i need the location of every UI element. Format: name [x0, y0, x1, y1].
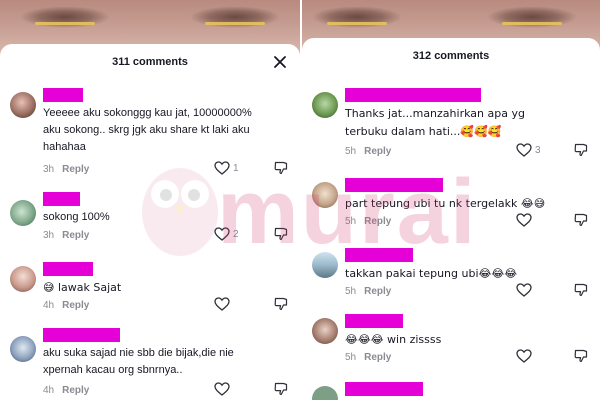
left-screenshot: 311 comments Yeeeee aku sokonggg kau jat…: [0, 0, 300, 400]
comment-count: 311 comments: [112, 56, 188, 68]
username-redacted[interactable]: [43, 88, 83, 102]
comment-meta: 3h Reply: [43, 230, 89, 241]
reply-button[interactable]: Reply: [364, 352, 391, 363]
comment-text: Yeeeee aku sokonggg kau jat, 10000000% a…: [43, 107, 252, 153]
comment-item: 😅 lawak Sajat 4h Reply: [0, 262, 300, 318]
comment-meta: 5h Reply: [345, 286, 391, 297]
comment-text-content: takkan pakai tepung ubi😂😂😂: [345, 267, 518, 280]
gold-liner-left: [35, 22, 95, 25]
thumbs-down-icon[interactable]: [574, 283, 588, 297]
comment-item: 😂😂😂 win zissss 5h Reply: [302, 314, 600, 370]
avatar[interactable]: [10, 336, 36, 362]
comment-text: takkan pakai tepung ubi😂😂😂: [345, 265, 562, 283]
comment-time: 3h: [43, 164, 55, 175]
comment-meta: 5h Reply: [345, 146, 391, 157]
comment-time: 5h: [345, 352, 357, 363]
comment-meta: 5h Reply: [345, 352, 391, 363]
heart-icon[interactable]: [214, 227, 230, 241]
username-redacted[interactable]: [43, 328, 120, 342]
avatar[interactable]: [10, 92, 36, 118]
heart-icon[interactable]: [516, 283, 532, 297]
comment-item: takkan pakai tepung ubi😂😂😂 5h Reply: [302, 248, 600, 304]
heart-icon[interactable]: [516, 349, 532, 363]
comment-text: sokong 100%: [43, 211, 110, 223]
reply-button[interactable]: Reply: [62, 385, 89, 396]
thumbs-down-icon[interactable]: [574, 143, 588, 157]
avatar[interactable]: [312, 318, 338, 344]
username-redacted[interactable]: [345, 178, 443, 192]
heart-icon[interactable]: [214, 297, 230, 311]
heart-icon[interactable]: [516, 143, 532, 157]
comment-time: 3h: [43, 230, 55, 241]
comment-meta: 5h Reply: [345, 216, 391, 227]
comment-time: 4h: [43, 300, 55, 311]
like-count: 3: [535, 145, 541, 156]
username-redacted[interactable]: [345, 314, 403, 328]
comment-text-content: 😅 lawak Sajat: [43, 281, 122, 294]
avatar[interactable]: [312, 386, 338, 400]
comment-item: aku suka sajad nie sbb die bijak,die nie…: [0, 328, 300, 400]
like-count: 1: [233, 163, 239, 174]
comment-item: Yeeeee aku sokonggg kau jat, 10000000% a…: [0, 88, 300, 178]
comment-time: 5h: [345, 286, 357, 297]
comment-meta: 4h Reply: [43, 300, 89, 311]
comments-header: 312 comments: [302, 38, 600, 74]
comments-sheet: 311 comments Yeeeee aku sokonggg kau jat…: [0, 44, 300, 400]
comment-text-content: Thanks jat...manzahirkan apa yg terbuku …: [345, 107, 525, 138]
comment-text-content: part tepung ubi tu nk tergelakk 😂😅: [345, 197, 546, 210]
comment-text: aku suka sajad nie sbb die bijak,die nie…: [43, 347, 234, 376]
reply-button[interactable]: Reply: [364, 216, 391, 227]
like-count: 2: [233, 229, 239, 240]
heart-icon[interactable]: [516, 213, 532, 227]
avatar[interactable]: [10, 266, 36, 292]
comment-count: 312 comments: [412, 50, 490, 62]
thumbs-down-icon[interactable]: [574, 213, 588, 227]
reply-button[interactable]: Reply: [62, 300, 89, 311]
heart-icon[interactable]: [214, 382, 230, 396]
reply-button[interactable]: Reply: [62, 164, 89, 175]
avatar[interactable]: [312, 252, 338, 278]
comments-sheet: 312 comments Thanks jat...manzahirkan ap…: [302, 38, 600, 400]
comment-meta: 3h Reply: [43, 164, 89, 175]
thumbs-down-icon[interactable]: [574, 349, 588, 363]
gold-liner-right: [205, 22, 265, 25]
reply-button[interactable]: Reply: [364, 146, 391, 157]
reply-button[interactable]: Reply: [62, 230, 89, 241]
username-redacted[interactable]: [345, 248, 413, 262]
comment-text: Thanks jat...manzahirkan apa yg terbuku …: [345, 105, 562, 141]
thumbs-down-icon[interactable]: [274, 227, 288, 241]
username-redacted[interactable]: [345, 88, 481, 102]
gold-liner-right: [502, 22, 562, 25]
right-screenshot: 312 comments Thanks jat...manzahirkan ap…: [300, 0, 600, 400]
username-redacted[interactable]: [345, 382, 423, 396]
avatar[interactable]: [312, 92, 338, 118]
username-redacted[interactable]: [43, 262, 93, 276]
comment-meta: 4h Reply: [43, 385, 89, 396]
comment-time: 5h: [345, 146, 357, 157]
avatar[interactable]: [10, 200, 36, 226]
comment-text: 😂😂😂 win zissss: [345, 331, 562, 349]
thumbs-down-icon[interactable]: [274, 297, 288, 311]
comment-text: 😅 lawak Sajat: [43, 279, 262, 297]
comment-item-partial: [302, 382, 600, 400]
comment-text-content: 😂😂😂 win zissss: [345, 333, 442, 346]
comment-time: 5h: [345, 216, 357, 227]
thumbs-down-icon[interactable]: [274, 382, 288, 396]
avatar[interactable]: [312, 182, 338, 208]
gold-liner-left: [327, 22, 387, 25]
username-redacted[interactable]: [43, 192, 80, 206]
thumbs-down-icon[interactable]: [274, 161, 288, 175]
heart-icon[interactable]: [214, 161, 230, 175]
comment-item: Thanks jat...manzahirkan apa yg terbuku …: [302, 88, 600, 160]
close-icon[interactable]: [272, 54, 288, 70]
reply-button[interactable]: Reply: [364, 286, 391, 297]
comment-item: sokong 100% 3h Reply 2: [0, 192, 300, 248]
comment-item: part tepung ubi tu nk tergelakk 😂😅 5h Rep…: [302, 178, 600, 234]
comment-time: 4h: [43, 385, 55, 396]
comment-text: part tepung ubi tu nk tergelakk 😂😅: [345, 195, 562, 213]
comments-header: 311 comments: [0, 44, 300, 80]
